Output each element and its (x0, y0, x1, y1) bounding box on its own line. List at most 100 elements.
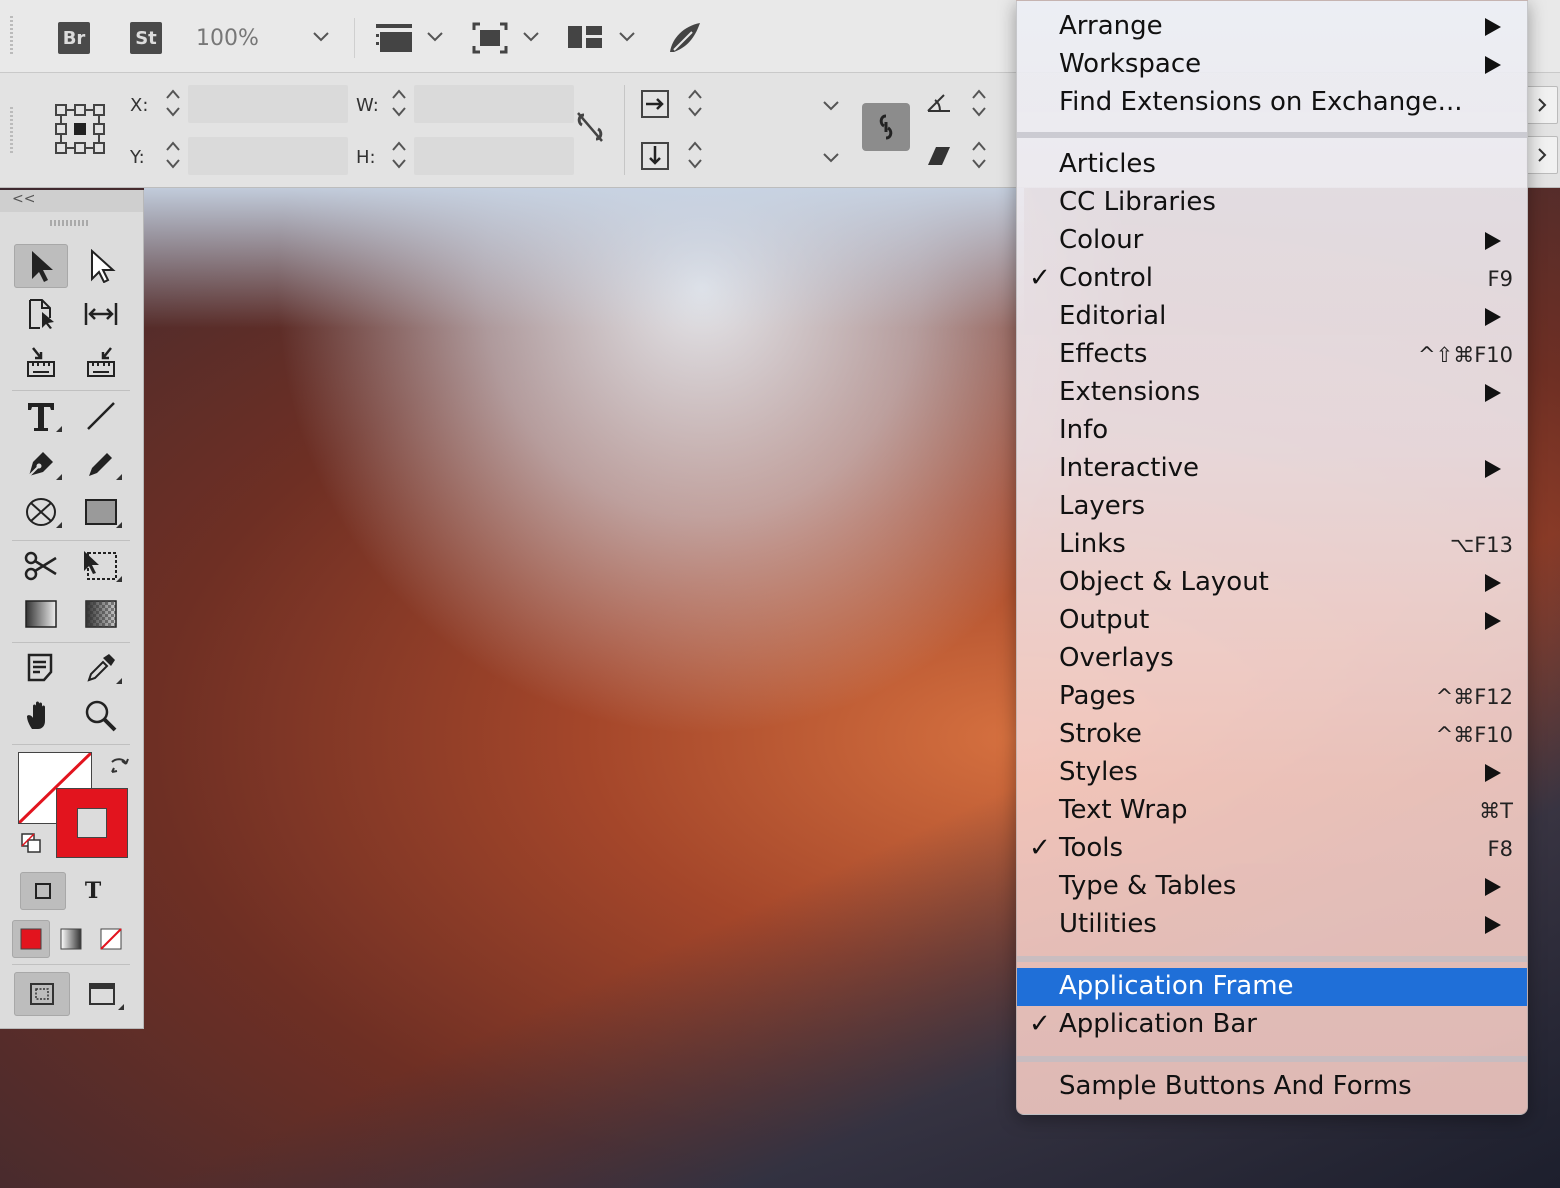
reference-point-icon[interactable] (54, 103, 106, 155)
eyedropper-tool[interactable] (74, 646, 128, 690)
free-transform-tool[interactable] (74, 544, 128, 588)
menu-item-extensions[interactable]: Extensions (1017, 374, 1527, 412)
bridge-button[interactable]: Br (58, 22, 90, 54)
menu-item-label: Find Extensions on Exchange... (1059, 87, 1463, 117)
page-tool[interactable] (14, 292, 68, 336)
chevron-down-icon[interactable] (822, 99, 840, 111)
tools-panel-grip[interactable] (50, 220, 90, 226)
direct-selection-tool[interactable] (74, 244, 128, 288)
menu-item-articles[interactable]: Articles (1017, 146, 1527, 184)
menu-item-control[interactable]: ✓ Control F9 (1017, 260, 1527, 298)
selection-tool[interactable] (14, 244, 68, 288)
control-panel-grip[interactable] (10, 107, 13, 153)
shear-angle-icon[interactable] (926, 143, 952, 167)
menu-item-layers[interactable]: Layers (1017, 488, 1527, 526)
ellipse-frame-tool[interactable] (14, 490, 68, 534)
menu-item-type-tables[interactable]: Type & Tables (1017, 868, 1527, 906)
publish-online-icon[interactable] (666, 20, 704, 56)
shear-stepper[interactable] (970, 137, 988, 173)
x-stepper[interactable] (164, 85, 182, 121)
app-bar-grip[interactable] (10, 16, 13, 54)
h-stepper[interactable] (390, 137, 408, 173)
chevron-down-icon[interactable] (618, 30, 636, 42)
menu-item-label: Interactive (1059, 453, 1200, 483)
hand-tool[interactable] (14, 694, 68, 738)
content-placer-tool[interactable] (74, 340, 128, 384)
gap-tool[interactable] (74, 292, 128, 336)
w-stepper[interactable] (390, 85, 408, 121)
menu-item-pages[interactable]: Pages ^⌘F12 (1017, 678, 1527, 716)
panel-expand-button[interactable] (1526, 86, 1558, 124)
line-tool[interactable] (74, 394, 128, 438)
menu-item-sample-buttons-and-forms[interactable]: Sample Buttons And Forms (1017, 1068, 1527, 1106)
zoom-level[interactable]: 100% (196, 26, 259, 51)
menu-item-object-layout[interactable]: Object & Layout (1017, 564, 1527, 602)
rectangle-tool[interactable] (74, 490, 128, 534)
menu-item-arrange[interactable]: Arrange (1017, 8, 1527, 46)
pencil-tool[interactable] (74, 442, 128, 486)
pen-tool[interactable] (14, 442, 68, 486)
menu-item-styles[interactable]: Styles (1017, 754, 1527, 792)
apply-none-button[interactable] (92, 920, 130, 958)
type-tool-icon (28, 403, 54, 431)
menu-item-links[interactable]: Links ⌥F13 (1017, 526, 1527, 564)
note-tool[interactable] (14, 646, 68, 690)
menu-item-tools[interactable]: ✓ Tools F8 (1017, 830, 1527, 868)
panel-expand-button[interactable] (1526, 136, 1558, 174)
default-fill-stroke-icon[interactable] (20, 832, 42, 854)
scissors-tool[interactable] (14, 544, 68, 588)
h-field[interactable] (414, 137, 574, 175)
chevron-down-icon[interactable] (822, 151, 840, 163)
screen-mode-button[interactable] (74, 972, 130, 1016)
menu-item-utilities[interactable]: Utilities (1017, 906, 1527, 944)
menu-item-workspace[interactable]: Workspace (1017, 46, 1527, 84)
menu-item-stroke[interactable]: Stroke ^⌘F10 (1017, 716, 1527, 754)
menu-item-application-bar[interactable]: ✓ Application Bar (1017, 1006, 1527, 1044)
menu-item-effects[interactable]: Effects ^⇧⌘F10 (1017, 336, 1527, 374)
y-field[interactable] (188, 137, 348, 175)
swap-fill-stroke-icon[interactable] (108, 754, 132, 778)
type-tool[interactable] (14, 394, 68, 438)
menu-item-find-extensions-on-exchange[interactable]: Find Extensions on Exchange... (1017, 84, 1527, 122)
menu-item-cc-libraries[interactable]: CC Libraries (1017, 184, 1527, 222)
constrain-proportions-icon[interactable] (574, 109, 606, 145)
menu-item-text-wrap[interactable]: Text Wrap ⌘T (1017, 792, 1527, 830)
tools-panel-header[interactable]: << (0, 190, 143, 212)
chevron-down-icon[interactable] (522, 30, 540, 42)
menu-item-overlays[interactable]: Overlays (1017, 640, 1527, 678)
stock-button[interactable]: St (130, 22, 162, 54)
chevron-down-icon[interactable] (426, 30, 444, 42)
apply-gradient-button[interactable] (52, 920, 90, 958)
menu-item-application-frame[interactable]: Application Frame (1017, 968, 1527, 1006)
menu-item-editorial[interactable]: Editorial (1017, 298, 1527, 336)
scale-x-icon[interactable] (640, 89, 670, 119)
content-collector-tool[interactable] (14, 340, 68, 384)
scale-y-icon[interactable] (640, 141, 670, 171)
w-field[interactable] (414, 85, 574, 123)
apply-color-button[interactable] (12, 920, 50, 958)
view-mode-button[interactable] (14, 972, 70, 1016)
gradient-swatch-tool[interactable] (14, 592, 68, 636)
x-field[interactable] (188, 85, 348, 123)
view-options-icon[interactable] (374, 22, 414, 54)
collapse-panel-button[interactable]: << (12, 191, 35, 207)
menu-item-label: Links (1059, 529, 1126, 559)
formatting-affects-container[interactable] (20, 872, 66, 910)
scale-x-stepper[interactable] (686, 85, 704, 121)
arrange-documents-icon[interactable] (566, 22, 604, 52)
stroke-swatch[interactable] (56, 788, 128, 858)
menu-item-info[interactable]: Info (1017, 412, 1527, 450)
constrain-scale-button[interactable] (862, 103, 910, 151)
rotation-angle-icon[interactable] (926, 91, 952, 115)
screen-mode-icon[interactable] (472, 22, 508, 54)
gradient-feather-tool[interactable] (74, 592, 128, 636)
scale-y-stepper[interactable] (686, 137, 704, 173)
menu-item-output[interactable]: Output (1017, 602, 1527, 640)
y-stepper[interactable] (164, 137, 182, 173)
menu-item-interactive[interactable]: Interactive (1017, 450, 1527, 488)
zoom-tool[interactable] (74, 694, 128, 738)
chevron-down-icon[interactable] (312, 30, 330, 42)
formatting-affects-text[interactable]: T (70, 872, 116, 910)
menu-item-colour[interactable]: Colour (1017, 222, 1527, 260)
rotation-stepper[interactable] (970, 85, 988, 121)
